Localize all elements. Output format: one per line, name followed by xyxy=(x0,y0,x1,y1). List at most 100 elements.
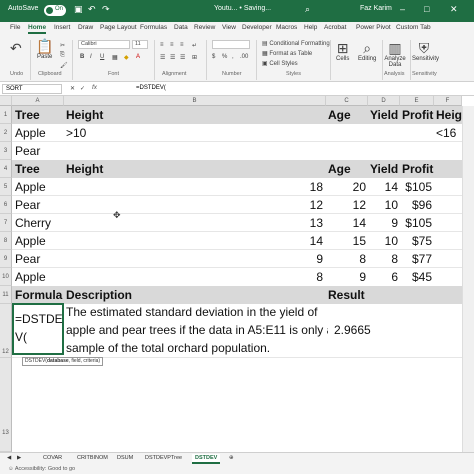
cell-b1[interactable]: Height xyxy=(66,106,186,124)
comma-icon[interactable]: , xyxy=(232,54,234,60)
close-icon[interactable]: ✕ xyxy=(450,4,458,15)
minimize-icon[interactable]: – xyxy=(400,4,405,14)
cut-icon[interactable]: ✂ xyxy=(60,42,65,49)
currency-icon[interactable]: $ xyxy=(212,54,215,60)
cell-a12-line2[interactable]: V( xyxy=(15,328,63,346)
row-header-10[interactable]: 10 xyxy=(0,268,12,286)
tab-insert[interactable]: Insert xyxy=(54,24,70,31)
sheet-scroll-left-icon[interactable]: ◀ xyxy=(4,454,14,462)
number-format-select[interactable] xyxy=(212,40,250,49)
cell-d8[interactable]: 10 xyxy=(368,232,398,250)
cell-c8[interactable]: 15 xyxy=(326,232,366,250)
tab-file[interactable]: File xyxy=(10,24,20,31)
row-header-12[interactable]: 12 xyxy=(0,304,12,358)
maximize-icon[interactable]: □ xyxy=(424,4,429,14)
cell-d5[interactable]: 14 xyxy=(368,178,398,196)
cell-a3[interactable]: Pear xyxy=(15,142,63,160)
cell-c4[interactable]: Age xyxy=(328,160,366,178)
row-header-3[interactable]: 3 xyxy=(0,142,12,160)
bold-icon[interactable]: B xyxy=(80,54,84,60)
undo-button[interactable]: ↶ xyxy=(10,40,22,56)
undo-icon[interactable]: ↶ xyxy=(88,4,96,15)
row-header-5[interactable]: 5 xyxy=(0,178,12,196)
cell-a7[interactable]: Cherry xyxy=(15,214,63,232)
align-bottom-icon[interactable]: ≡ xyxy=(180,42,184,48)
row-header-2[interactable]: 2 xyxy=(0,124,12,142)
cell-c9[interactable]: 8 xyxy=(326,250,366,268)
cell-a9[interactable]: Pear xyxy=(15,250,63,268)
align-top-icon[interactable]: ≡ xyxy=(160,42,164,48)
analyze-data-button[interactable]: ▥ Analyze Data xyxy=(384,40,406,68)
column-header-c[interactable]: C xyxy=(326,96,368,106)
cell-c11[interactable]: Result xyxy=(328,286,378,304)
column-header-e[interactable]: E xyxy=(400,96,434,106)
row-header-1[interactable]: 1 xyxy=(0,106,12,124)
underline-icon[interactable]: U xyxy=(100,54,104,60)
cell-e9[interactable]: $77 xyxy=(400,250,432,268)
cell-c1[interactable]: Age xyxy=(328,106,366,124)
tab-formulas[interactable]: Formulas xyxy=(140,24,167,31)
column-header-a[interactable]: A xyxy=(12,96,64,106)
font-size-select[interactable]: 11 xyxy=(132,40,148,49)
cell-e6[interactable]: $96 xyxy=(400,196,432,214)
tab-custom-tab[interactable]: Custom Tab xyxy=(396,24,431,31)
cell-c7[interactable]: 14 xyxy=(326,214,366,232)
align-right-icon[interactable]: ☰ xyxy=(180,54,185,61)
cell-a5[interactable]: Apple xyxy=(15,178,63,196)
save-icon[interactable]: ▣ xyxy=(74,4,83,15)
cell-a11[interactable]: Formula xyxy=(15,286,63,304)
tab-power-pivot[interactable]: Power Pivot xyxy=(356,24,391,31)
sheet-tab-dsum[interactable]: DSUM xyxy=(114,454,136,462)
font-color-icon[interactable]: A xyxy=(136,54,140,60)
cell-b4[interactable]: Height xyxy=(66,160,186,178)
tab-macros[interactable]: Macros xyxy=(276,24,297,31)
cell-a8[interactable]: Apple xyxy=(15,232,63,250)
cell-d9[interactable]: 8 xyxy=(368,250,398,268)
search-icon[interactable]: ⌕ xyxy=(305,4,310,15)
tab-home[interactable]: Home xyxy=(28,24,47,34)
cell-a10[interactable]: Apple xyxy=(15,268,63,286)
tab-view[interactable]: View xyxy=(222,24,236,31)
cell-b6[interactable]: 12 xyxy=(64,196,323,214)
format-painter-icon[interactable]: 🖌 xyxy=(60,62,68,69)
conditional-formatting-button[interactable]: ▤ Conditional Formatting xyxy=(262,40,330,47)
cell-a4[interactable]: Tree xyxy=(15,160,63,178)
tab-help[interactable]: Help xyxy=(304,24,317,31)
copy-icon[interactable]: ⎘ xyxy=(60,52,65,59)
sensitivity-button[interactable]: ⛨ Sensitivity xyxy=(412,40,439,62)
cell-d4[interactable]: Yield xyxy=(370,160,400,178)
sheet-scroll-right-icon[interactable]: ▶ xyxy=(14,454,24,462)
fill-color-icon[interactable]: ◆ xyxy=(124,54,129,61)
cell-f2[interactable]: <16 xyxy=(436,124,462,142)
cells-button[interactable]: ⊞ Cells xyxy=(336,40,349,62)
cell-e8[interactable]: $75 xyxy=(400,232,432,250)
cell-b7[interactable]: 13 xyxy=(64,214,323,232)
row-header-4[interactable]: 4 xyxy=(0,160,12,178)
row-header-6[interactable]: 6 xyxy=(0,196,12,214)
column-header-b[interactable]: B xyxy=(64,96,326,106)
align-left-icon[interactable]: ☰ xyxy=(160,54,165,61)
editing-button[interactable]: ⌕ Editing xyxy=(358,40,376,62)
cell-e10[interactable]: $45 xyxy=(400,268,432,286)
column-header-d[interactable]: D xyxy=(368,96,400,106)
cell-e1[interactable]: Profit xyxy=(402,106,434,124)
tab-page-layout[interactable]: Page Layout xyxy=(100,24,137,31)
cell-a1[interactable]: Tree xyxy=(15,106,63,124)
italic-icon[interactable]: I xyxy=(90,54,92,60)
align-center-icon[interactable]: ☰ xyxy=(170,54,175,61)
column-header-f[interactable]: F xyxy=(434,96,462,106)
cell-c12[interactable]: 2.9665 xyxy=(334,321,374,339)
cell-c6[interactable]: 12 xyxy=(326,196,366,214)
redo-icon[interactable]: ↷ xyxy=(102,4,110,15)
select-all-corner[interactable] xyxy=(0,96,12,106)
row-header-9[interactable]: 9 xyxy=(0,250,12,268)
row-header-7[interactable]: 7 xyxy=(0,214,12,232)
cell-styles-button[interactable]: ▣ Cell Styles xyxy=(262,60,298,67)
cell-d10[interactable]: 6 xyxy=(368,268,398,286)
borders-icon[interactable]: ▦ xyxy=(112,54,118,61)
cell-a6[interactable]: Pear xyxy=(15,196,63,214)
cell-b11[interactable]: Description xyxy=(66,286,206,304)
cell-b12-line2[interactable]: apple and pear trees if the data in A5:E… xyxy=(66,321,328,339)
cell-e4[interactable]: Profit xyxy=(402,160,434,178)
sheet-tab-covar[interactable]: COVAR xyxy=(40,454,65,462)
